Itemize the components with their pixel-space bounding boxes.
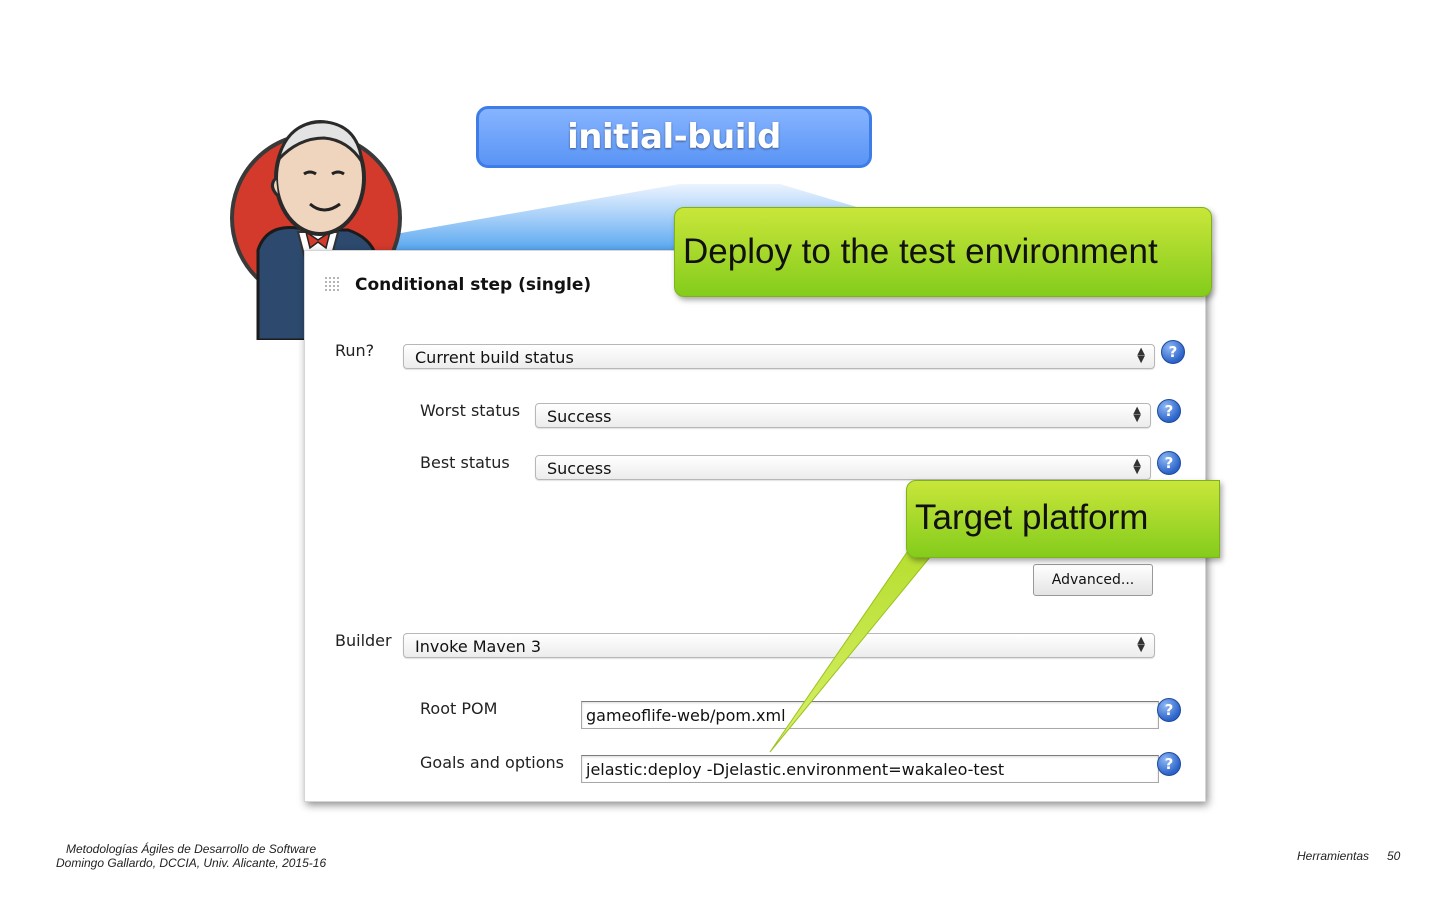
best-status-label: Best status <box>420 453 510 472</box>
help-icon[interactable]: ? <box>1157 698 1181 722</box>
builder-select-value: Invoke Maven 3 <box>415 637 542 656</box>
best-status-value: Success <box>547 459 612 478</box>
run-select-value: Current build status <box>415 348 574 367</box>
goals-input[interactable]: jelastic:deploy -Djelastic.environment=w… <box>581 755 1159 783</box>
select-arrows-icon: ▲ ▼ <box>1137 635 1145 654</box>
footer-author: Domingo Gallardo, DCCIA, Univ. Alicante,… <box>56 856 327 870</box>
help-icon[interactable]: ? <box>1157 399 1181 423</box>
advanced-button[interactable]: Advanced... <box>1033 564 1153 596</box>
target-platform-callout: Target platform <box>906 480 1220 558</box>
select-arrows-icon: ▲ ▼ <box>1137 346 1145 365</box>
select-arrows-icon: ▲ ▼ <box>1133 457 1141 476</box>
help-icon[interactable]: ? <box>1157 451 1181 475</box>
root-pom-input[interactable]: gameoflife-web/pom.xml <box>581 701 1159 729</box>
help-icon[interactable]: ? <box>1157 752 1181 776</box>
root-pom-label: Root POM <box>420 699 498 718</box>
panel-title: Conditional step (single) <box>355 275 592 295</box>
builder-label: Builder <box>335 631 392 650</box>
job-name-bubble: initial-build <box>476 106 872 168</box>
worst-status-select[interactable]: Success ▲ ▼ <box>535 403 1151 428</box>
run-select[interactable]: Current build status ▲ ▼ <box>403 344 1155 369</box>
footer-course: Metodologías Ágiles de Desarrollo de Sof… <box>66 842 317 856</box>
help-icon[interactable]: ? <box>1161 340 1185 364</box>
builder-select[interactable]: Invoke Maven 3 ▲ ▼ <box>403 633 1155 658</box>
worst-status-value: Success <box>547 407 612 426</box>
grip-icon[interactable] <box>325 277 341 293</box>
page-number: 50 <box>1387 849 1401 863</box>
deploy-callout: Deploy to the test environment <box>674 207 1212 297</box>
best-status-select[interactable]: Success ▲ ▼ <box>535 455 1151 480</box>
footer-section: Herramientas <box>1297 849 1370 863</box>
select-arrows-icon: ▲ ▼ <box>1133 405 1141 424</box>
run-label: Run? <box>335 341 375 360</box>
worst-status-label: Worst status <box>420 401 521 420</box>
goals-label: Goals and options <box>420 753 564 772</box>
